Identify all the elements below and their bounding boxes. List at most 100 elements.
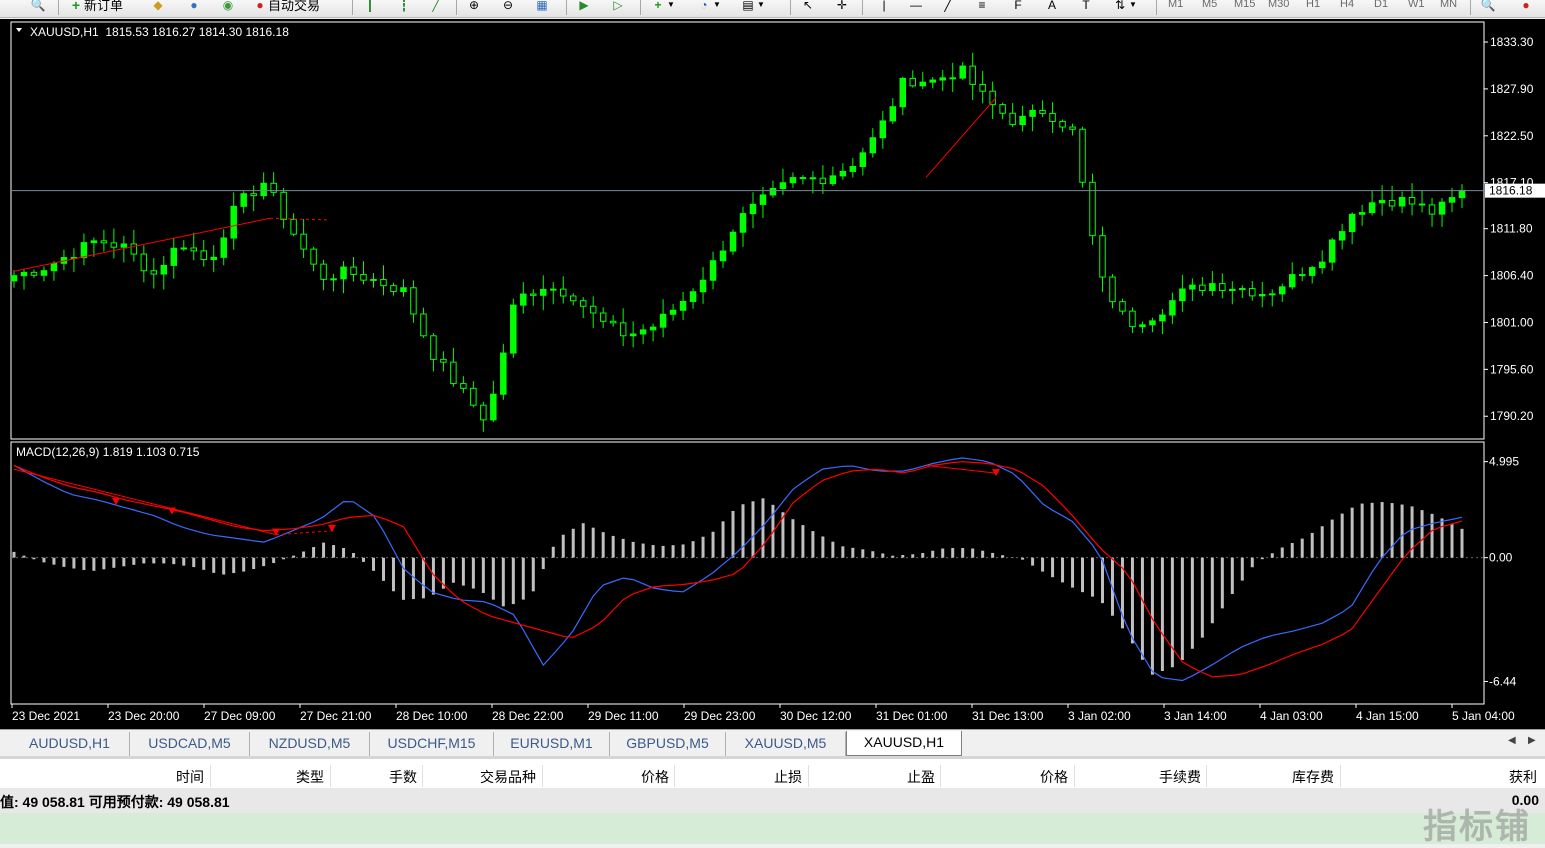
time-axis-label: 4 Jan 15:00 [1356, 709, 1419, 723]
cursor-icon: ↖ [802, 0, 814, 12]
zoom-button[interactable]: 🔍 [30, 0, 46, 16]
book-icon: ◆ [153, 0, 163, 12]
orders-table-header: 时间 类型 手数 交易品种 价格 止损 止盈 价格 手续费 库存费 获利 [0, 762, 1545, 788]
notifications-button[interactable]: ● [1518, 0, 1534, 16]
tab-nzdusd-m5[interactable]: NZDUSD,M5 [250, 732, 370, 756]
chart-canvas[interactable]: 1833.301827.901822.501817.101811.801806.… [0, 19, 1545, 729]
tab-usdcad-m5[interactable]: USDCAD,M5 [130, 732, 250, 756]
bear-candle [480, 404, 487, 421]
bear-candle [979, 83, 986, 92]
bull-candle [629, 333, 637, 337]
channel-tool[interactable]: ≡ [974, 0, 990, 16]
navigator-button[interactable]: ◉ [220, 0, 236, 16]
price-axis-label: 1795.60 [1490, 362, 1534, 376]
autotrade-button[interactable]: ● 自动交易 [252, 0, 348, 16]
vertical-line-tool[interactable]: | [876, 0, 892, 16]
periods-button[interactable]: ◔ ▼ [696, 0, 722, 16]
label-tool[interactable]: T [1078, 0, 1094, 16]
bull-candle [1279, 286, 1286, 295]
text-tool[interactable]: A [1044, 0, 1060, 16]
search-button[interactable]: 🔍 [1480, 0, 1496, 16]
crosshair-icon: ✛ [836, 0, 848, 12]
tab-eurusd-m1[interactable]: EURUSD,M1 [494, 732, 610, 756]
col-swap[interactable]: 库存费 [1292, 767, 1334, 787]
tab-audusd-h1[interactable]: AUDUSD,H1 [10, 732, 130, 756]
column-divider [1074, 765, 1075, 787]
bear-candle [809, 177, 817, 180]
bear-candle [410, 287, 417, 315]
market-watch-button[interactable]: ● [186, 0, 202, 16]
column-divider [330, 765, 331, 787]
zoom-out-button[interactable]: ⊖ [500, 0, 516, 16]
bear-candle [1388, 199, 1396, 207]
toolbar-separator [640, 0, 641, 15]
terminal-panel: 时间 类型 手数 交易品种 价格 止损 止盈 价格 手续费 库存费 获利 值: … [0, 756, 1545, 846]
col-stop-loss[interactable]: 止损 [774, 767, 802, 787]
bear-candle [1219, 283, 1226, 292]
cursor-tool[interactable]: ↖ [800, 0, 816, 16]
trendline-tool[interactable]: ╱ [940, 0, 956, 16]
bar-chart-button[interactable]: ┃ [362, 0, 378, 16]
tab-usdchf-m15[interactable]: USDCHF,M15 [370, 732, 494, 756]
candle-chart-button[interactable]: ┇ [396, 0, 412, 16]
new-order-button[interactable]: + 新订单 [68, 0, 148, 16]
timeframe-m5[interactable]: M5 [1202, 0, 1217, 12]
col-symbol[interactable]: 交易品种 [480, 767, 536, 787]
bear-candle [1059, 120, 1066, 128]
bear-candle [530, 293, 537, 296]
timeframe-w1[interactable]: W1 [1408, 0, 1425, 12]
arrows-tool[interactable]: ⇅ ▼ [1112, 0, 1138, 16]
tab-xauusd-m5[interactable]: XAUUSD,M5 [726, 732, 846, 756]
chevron-down-icon: ▼ [1129, 0, 1137, 9]
chart-window[interactable]: 1833.30 1827.90 1822.50 1817.10 1811.80 1806.… [0, 19, 1545, 729]
fibonacci-tool[interactable]: F [1010, 0, 1026, 16]
col-current-price[interactable]: 价格 [1040, 767, 1068, 787]
bull-candle [929, 79, 936, 83]
bull-candle [550, 288, 557, 291]
timeframe-h4[interactable]: H4 [1340, 0, 1354, 12]
horizontal-line-tool[interactable]: — [908, 0, 924, 16]
bear-candle [460, 383, 467, 389]
col-take-profit[interactable]: 止盈 [907, 767, 935, 787]
bear-candle [569, 295, 577, 302]
col-open-price[interactable]: 价格 [641, 767, 669, 787]
chart-shift-button[interactable]: ▷ [610, 0, 626, 16]
autoscroll-button[interactable]: ▶ [576, 0, 592, 16]
col-time[interactable]: 时间 [176, 767, 204, 787]
line-chart-button[interactable]: ╱ [428, 0, 444, 16]
timeframe-d1[interactable]: D1 [1374, 0, 1388, 12]
tab-gbpusd-m5[interactable]: GBPUSD,M5 [610, 732, 726, 756]
tab-xauusd-h1[interactable]: XAUUSD,H1 [846, 731, 962, 756]
tab-scroll-left-icon[interactable]: ◀ [1508, 735, 1516, 746]
timeframe-m30[interactable]: M30 [1268, 0, 1289, 12]
bull-candle [180, 247, 188, 250]
metaeditor-button[interactable]: ◆ [150, 0, 166, 16]
timeframe-mn[interactable]: MN [1440, 0, 1457, 12]
magnifier-icon: 🔍 [30, 0, 46, 12]
timeframe-h1[interactable]: H1 [1306, 0, 1320, 12]
crosshair-tool[interactable]: ✛ [834, 0, 850, 16]
timeframe-m1[interactable]: M1 [1168, 0, 1183, 12]
col-profit[interactable]: 获利 [1509, 767, 1537, 787]
templates-button[interactable]: ▤ ▼ [740, 0, 766, 16]
col-lots[interactable]: 手数 [389, 767, 417, 787]
bull-candle [20, 271, 28, 277]
col-type[interactable]: 类型 [296, 767, 324, 787]
indicators-button[interactable]: + ▼ [650, 0, 676, 16]
col-commission[interactable]: 手续费 [1159, 767, 1201, 787]
bull-candle [10, 275, 18, 282]
signal-line [13, 461, 1463, 678]
tile-windows-button[interactable]: ▦ [534, 0, 550, 16]
text-tool-label: A [1047, 0, 1056, 12]
bear-candle [1199, 284, 1206, 292]
bear-candle [1408, 197, 1416, 205]
bear-candle [949, 77, 956, 80]
bull-candle [1149, 320, 1156, 326]
bull-candle [240, 193, 247, 207]
zoom-in-button[interactable]: ⊕ [466, 0, 482, 16]
column-divider [940, 765, 941, 787]
tab-scroll-right-icon[interactable]: ▶ [1528, 735, 1536, 746]
price-axis-label: 1833.30 [1490, 35, 1534, 49]
timeframe-m15[interactable]: M15 [1234, 0, 1255, 12]
bull-candle [679, 300, 687, 311]
